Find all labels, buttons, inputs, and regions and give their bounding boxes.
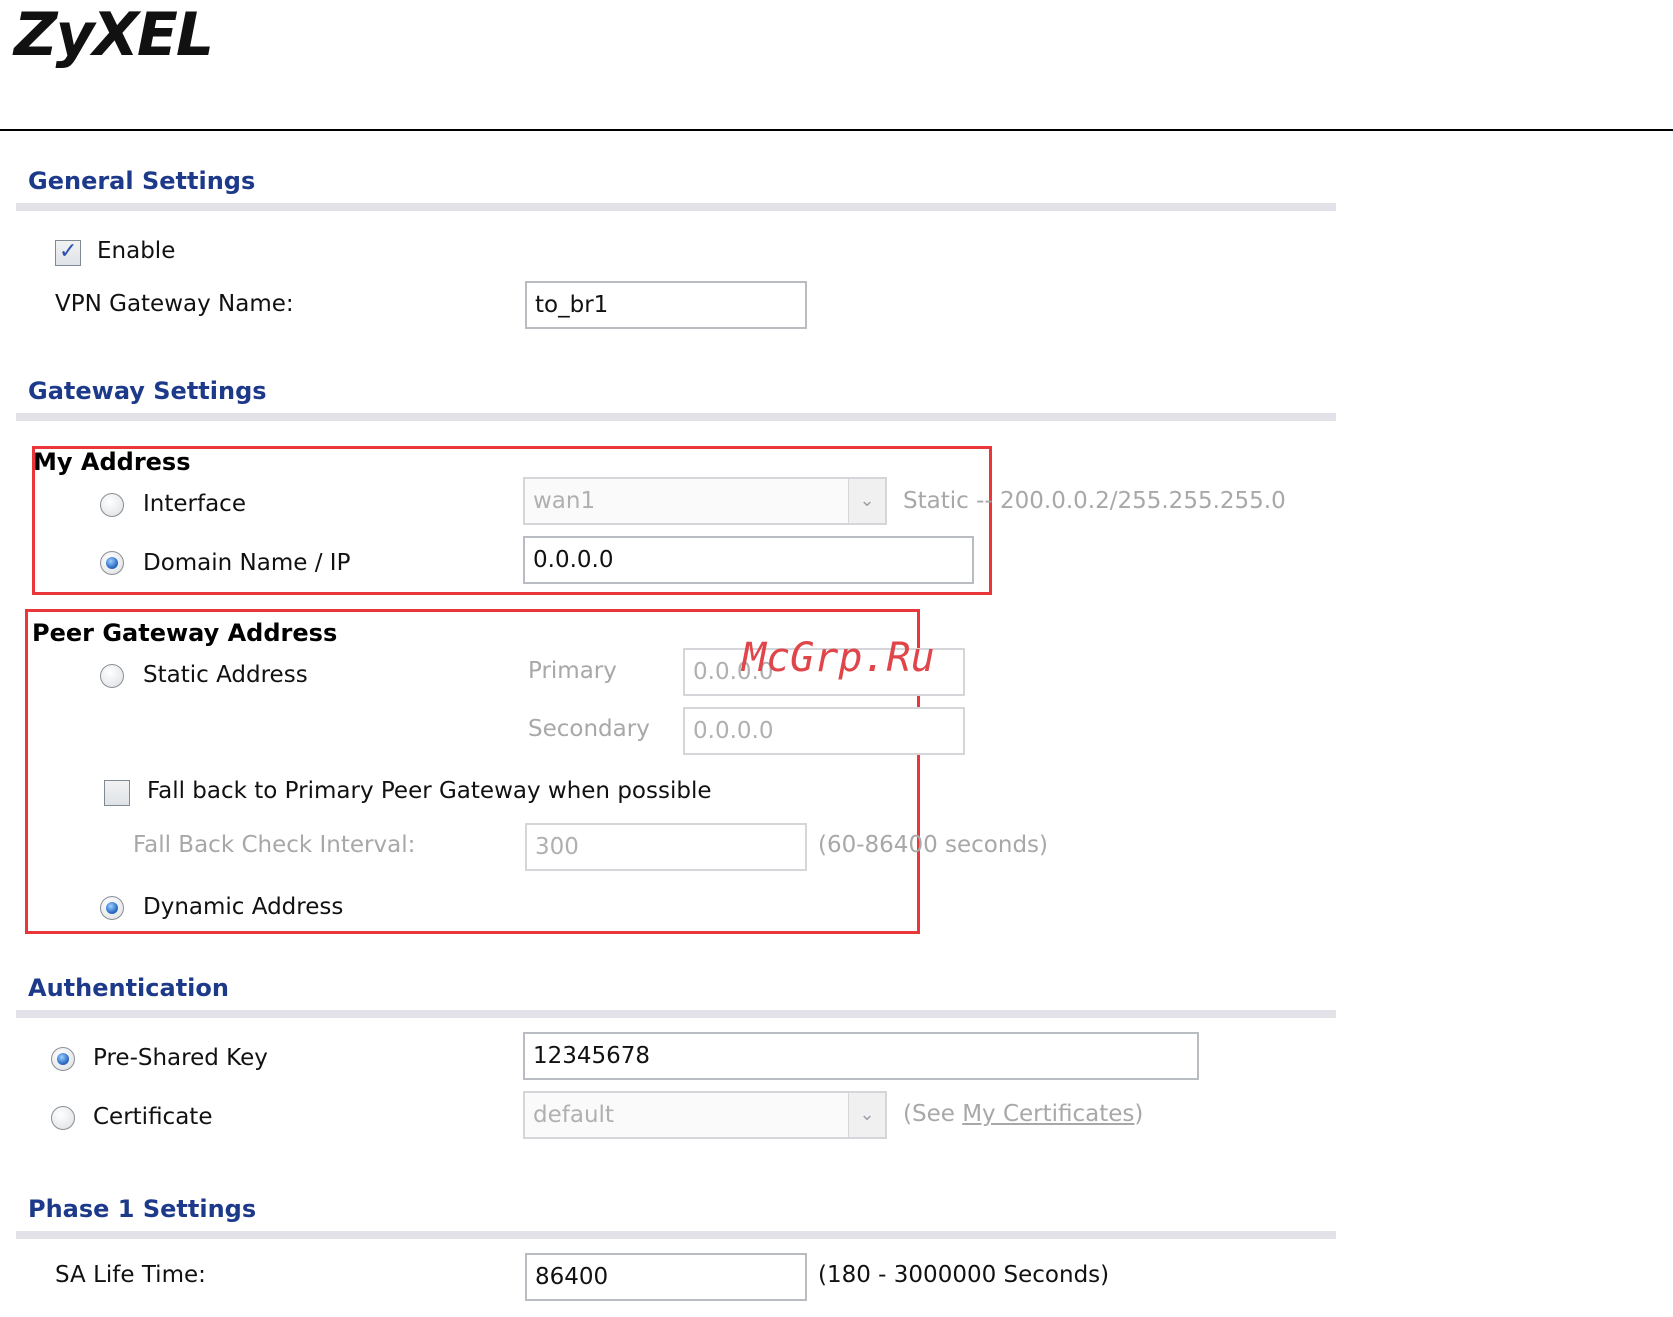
section-bar-gateway: [16, 413, 1336, 421]
zyxel-logo: ZyXEL: [14, 0, 214, 70]
interface-radio[interactable]: [100, 493, 124, 517]
interface-label: Interface: [143, 491, 246, 517]
primary-label: Primary: [528, 658, 617, 684]
sa-life-time-label: SA Life Time:: [55, 1262, 206, 1288]
my-address-title: My Address: [33, 448, 191, 476]
dynamic-address-label: Dynamic Address: [143, 894, 344, 920]
domain-ip-label: Domain Name / IP: [143, 550, 351, 576]
vpn-gateway-name-label: VPN Gateway Name:: [55, 291, 294, 317]
section-title-authentication: Authentication: [28, 974, 229, 1002]
static-address-radio[interactable]: [100, 664, 124, 688]
check-mark-icon: ✓: [59, 239, 78, 264]
enable-checkbox[interactable]: ✓: [55, 239, 81, 266]
pre-shared-key-radio[interactable]: [51, 1047, 75, 1071]
interface-select-value: wan1: [533, 488, 596, 514]
certificate-hint-suffix: ): [1134, 1101, 1144, 1127]
certificate-hint-prefix: (See: [903, 1101, 963, 1127]
domain-ip-radio[interactable]: [100, 551, 124, 575]
pre-shared-key-label: Pre-Shared Key: [93, 1045, 268, 1071]
certificate-select-value: default: [533, 1102, 614, 1128]
section-bar-phase1: [16, 1231, 1336, 1239]
certificate-label: Certificate: [93, 1104, 213, 1130]
certificate-radio[interactable]: [51, 1106, 75, 1130]
interface-hint: Static -- 200.0.0.2/255.255.255.0: [903, 488, 1286, 514]
section-title-gateway: Gateway Settings: [28, 377, 267, 405]
chevron-down-icon: ⌄: [848, 479, 885, 523]
fallback-interval-input[interactable]: 300: [525, 823, 807, 871]
header-divider: [0, 129, 1673, 131]
fallback-interval-label: Fall Back Check Interval:: [133, 832, 416, 858]
interface-select[interactable]: wan1 ⌄: [523, 477, 887, 525]
sa-life-time-hint: (180 - 3000000 Seconds): [818, 1262, 1110, 1288]
sa-life-time-input[interactable]: 86400: [525, 1253, 807, 1301]
section-bar-authentication: [16, 1010, 1336, 1018]
enable-label: Enable: [97, 238, 176, 264]
certificate-hint: (See My Certificates): [903, 1101, 1143, 1127]
secondary-label: Secondary: [528, 716, 650, 742]
section-title-general: General Settings: [28, 167, 256, 195]
fallback-interval-hint: (60-86400 seconds): [818, 832, 1048, 858]
static-address-label: Static Address: [143, 662, 308, 688]
watermark-text: McGrp.Ru: [742, 635, 935, 681]
fallback-label: Fall back to Primary Peer Gateway when p…: [147, 778, 712, 804]
certificate-select[interactable]: default ⌄: [523, 1091, 887, 1139]
pre-shared-key-input[interactable]: 12345678: [523, 1032, 1199, 1080]
domain-ip-input[interactable]: 0.0.0.0: [523, 536, 974, 584]
peer-gateway-title: Peer Gateway Address: [32, 619, 338, 647]
vpn-gateway-name-input[interactable]: to_br1: [525, 281, 807, 329]
my-certificates-link[interactable]: My Certificates: [962, 1101, 1134, 1127]
fallback-checkbox[interactable]: [104, 780, 130, 806]
section-bar-general: [16, 203, 1336, 211]
section-title-phase1: Phase 1 Settings: [28, 1195, 257, 1223]
chevron-down-icon: ⌄: [848, 1093, 885, 1137]
dynamic-address-radio[interactable]: [100, 896, 124, 920]
secondary-input[interactable]: 0.0.0.0: [683, 707, 965, 755]
